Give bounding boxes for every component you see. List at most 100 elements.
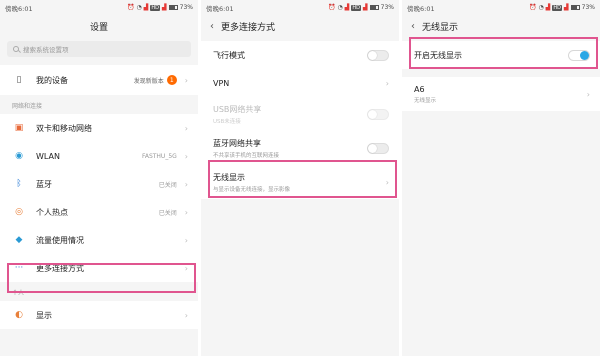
row-sub: 不共享该手机的互联网连接 <box>213 152 280 159</box>
usb-tethering-toggle <box>367 108 389 120</box>
wireless-display-row[interactable]: 无线显示 与显示设备无线连接，显示影像 › <box>201 165 399 199</box>
row-label: 流量使用情况 <box>36 235 84 245</box>
signal-icon: ▟ <box>344 4 350 11</box>
airplane-mode-toggle[interactable] <box>367 49 389 61</box>
signal-icon: ▟ <box>143 4 149 11</box>
status-bar: 傍晚6:01 ⏰ ◔ ▟ HD ▟ 73% <box>201 0 399 15</box>
row-sub: 与显示设备无线连接，显示影像 <box>213 186 291 193</box>
battery-icon <box>570 5 580 10</box>
wireless-display-screen: 傍晚6:01 ⏰ ◔ ▟ HD ▟ 73% ‹ 无线显示 开启无线显示 A6 无… <box>402 0 600 356</box>
display-icon: ◐ <box>15 310 23 320</box>
sidebar-item-data-usage[interactable]: ◆ 流量使用情况 › <box>0 226 198 254</box>
sidebar-item-display[interactable]: ◐ 显示 › <box>0 301 198 329</box>
row-label: 无线显示 <box>213 172 245 182</box>
hd-badge: HD <box>351 4 362 11</box>
wifi-icon: ◉ <box>15 151 23 161</box>
signal-icon-2: ▟ <box>363 4 368 11</box>
bluetooth-value: 已关闭 <box>158 181 177 189</box>
signal-icon-2: ▟ <box>162 4 167 11</box>
alarm-icon: ⏰ <box>529 4 537 11</box>
settings-screen: 傍晚6:01 ⏰ ◔ ▟ HD ▟ 73% 设置 搜索系统设置项 ▯ 我的设备 … <box>0 0 198 356</box>
status-icons: ⏰ ◔ ▟ HD ▟ 73% <box>529 4 595 11</box>
sidebar-item-wlan[interactable]: ◉ WLAN FASTHU_5G › <box>0 142 198 170</box>
phone-icon: ▯ <box>16 75 22 85</box>
hd-badge: HD <box>552 4 563 11</box>
battery-icon <box>369 5 379 10</box>
search-icon <box>13 46 19 52</box>
signal-icon-2: ▟ <box>564 4 569 11</box>
device-list-item[interactable]: A6 无线显示 › <box>402 77 600 111</box>
hotspot-icon: ◎ <box>15 207 23 217</box>
chevron-right-icon: › <box>184 310 188 320</box>
bluetooth-tethering-toggle[interactable] <box>367 142 389 154</box>
row-label: 蓝牙 <box>36 179 52 189</box>
signal-icon: ▟ <box>545 4 551 11</box>
chevron-right-icon: › <box>385 177 389 187</box>
sim-card-icon: ▣ <box>14 123 24 133</box>
device-name: A6 <box>414 84 425 94</box>
chevron-right-icon: › <box>184 235 188 245</box>
more-connections-screen: 傍晚6:01 ⏰ ◔ ▟ HD ▟ 73% ‹ 更多连接方式 飞行模式 VPN … <box>201 0 399 356</box>
chevron-right-icon: › <box>184 263 188 273</box>
status-time: 傍晚6:01 <box>206 4 234 13</box>
alarm-icon: ⏰ <box>328 4 336 11</box>
vpn-row[interactable]: VPN › <box>201 69 399 97</box>
sidebar-item-hotspot[interactable]: ◎ 个人热点 已关闭 › <box>0 198 198 226</box>
sidebar-item-more-connections[interactable]: ··· 更多连接方式 › <box>0 254 198 282</box>
usb-tethering-row: USB网络共享 USB未连接 <box>201 97 399 131</box>
wifi-status-icon: ◔ <box>136 4 142 11</box>
back-arrow-icon[interactable]: ‹ <box>404 21 422 32</box>
chevron-right-icon: › <box>586 89 590 99</box>
sidebar-item-bluetooth[interactable]: ᛒ 蓝牙 已关闭 › <box>0 170 198 198</box>
search-input[interactable]: 搜索系统设置项 <box>7 41 191 57</box>
row-label: 飞行模式 <box>213 50 245 60</box>
status-time: 傍晚6:01 <box>407 4 435 13</box>
chevron-right-icon: › <box>385 78 389 88</box>
status-time: 傍晚6:01 <box>5 4 33 13</box>
my-device-row[interactable]: ▯ 我的设备 发现新版本 1 › <box>0 65 198 95</box>
update-badge: 1 <box>166 75 177 85</box>
row-label: VPN <box>213 78 230 88</box>
my-device-value: 发现新版本 <box>133 77 164 85</box>
enable-wireless-display-row[interactable]: 开启无线显示 <box>402 41 600 69</box>
row-label: 更多连接方式 <box>36 263 84 273</box>
status-icons: ⏰ ◔ ▟ HD ▟ 73% <box>127 4 193 11</box>
alarm-icon: ⏰ <box>127 4 135 11</box>
status-icons: ⏰ ◔ ▟ HD ▟ 73% <box>328 4 394 11</box>
sidebar-item-dual-sim[interactable]: ▣ 双卡和移动网络 › <box>0 114 198 142</box>
title-bar: ‹ 更多连接方式 <box>201 15 399 37</box>
chevron-right-icon: › <box>184 75 188 85</box>
hotspot-value: 已关闭 <box>158 209 177 217</box>
title-bar: ‹ 无线显示 <box>402 15 600 37</box>
bluetooth-tethering-row[interactable]: 蓝牙网络共享 不共享该手机的互联网连接 <box>201 131 399 165</box>
row-label: USB网络共享 <box>213 104 262 114</box>
device-sub: 无线显示 <box>414 97 437 104</box>
row-sub: USB未连接 <box>213 118 241 125</box>
battery-level: 73% <box>179 4 193 11</box>
page-title: 设置 <box>89 22 108 33</box>
section-personal-label: 个人 <box>0 282 198 301</box>
battery-level: 73% <box>581 4 595 11</box>
more-dots-icon: ··· <box>14 263 24 273</box>
battery-level: 73% <box>380 4 394 11</box>
row-label: 个人热点 <box>36 207 68 217</box>
wifi-status-icon: ◔ <box>337 4 343 11</box>
wlan-value: FASTHU_5G <box>141 152 177 160</box>
wireless-display-toggle[interactable] <box>568 49 590 61</box>
search-placeholder: 搜索系统设置项 <box>23 46 69 54</box>
status-bar: 傍晚6:01 ⏰ ◔ ▟ HD ▟ 73% <box>402 0 600 15</box>
bluetooth-icon: ᛒ <box>16 179 22 189</box>
row-label: 显示 <box>36 310 52 320</box>
row-label: WLAN <box>36 151 61 161</box>
chevron-right-icon: › <box>184 207 188 217</box>
airplane-mode-row[interactable]: 飞行模式 <box>201 41 399 69</box>
droplet-icon: ◆ <box>15 235 23 245</box>
chevron-right-icon: › <box>184 151 188 161</box>
wifi-status-icon: ◔ <box>538 4 544 11</box>
status-bar: 傍晚6:01 ⏰ ◔ ▟ HD ▟ 73% <box>0 0 198 15</box>
row-label: 双卡和移动网络 <box>36 123 92 133</box>
chevron-right-icon: › <box>184 123 188 133</box>
my-device-label: 我的设备 <box>36 75 68 85</box>
back-arrow-icon[interactable]: ‹ <box>203 21 221 32</box>
page-title: 无线显示 <box>422 22 459 33</box>
